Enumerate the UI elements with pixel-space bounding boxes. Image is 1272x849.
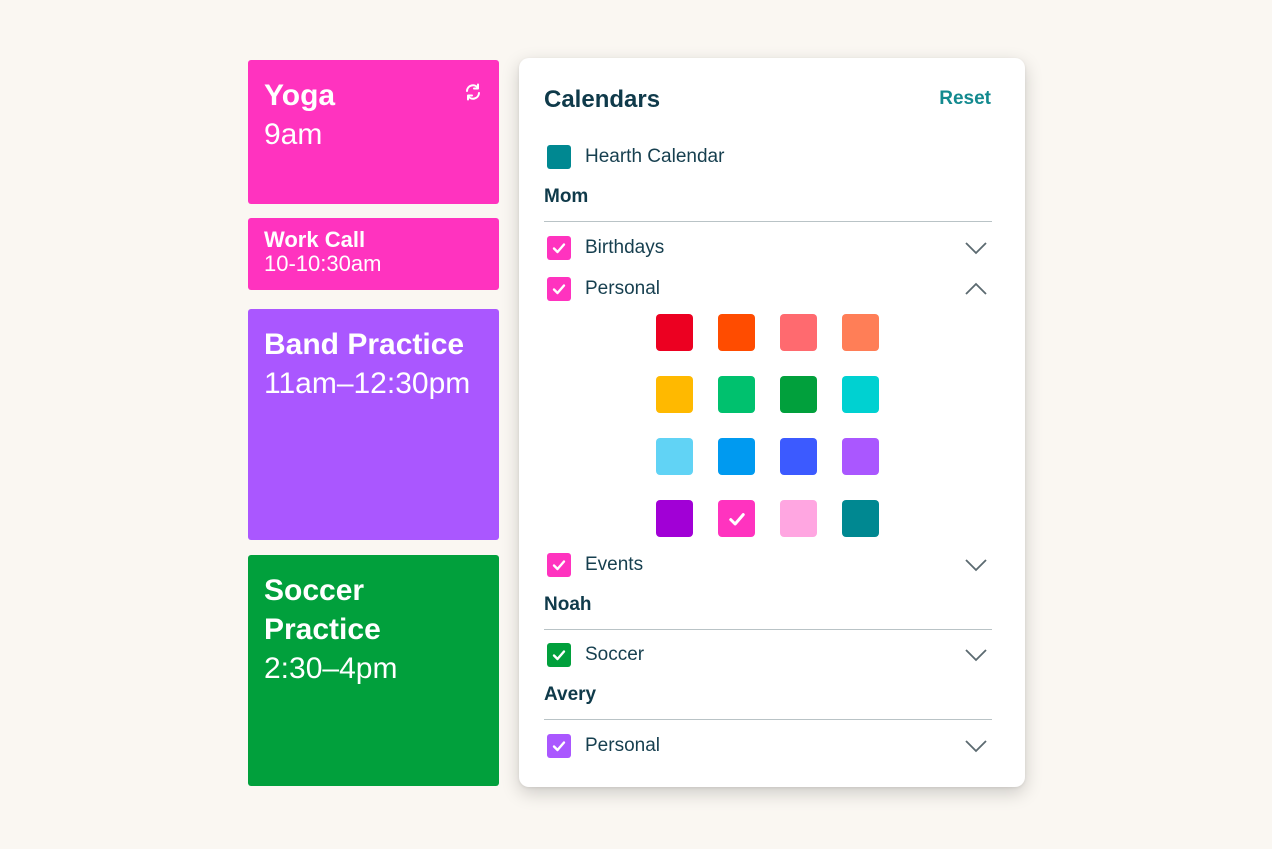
event-title: Yoga [264,79,336,112]
color-option[interactable] [842,376,879,413]
chevron-down-icon[interactable] [964,241,988,255]
divider [544,629,992,630]
color-option[interactable] [656,500,693,537]
divider [544,221,992,222]
color-option[interactable] [656,376,693,413]
event-title: Band Practice [264,328,465,361]
hearth-calendar-row[interactable]: Hearth Calendar [547,144,992,170]
check-icon [552,650,566,661]
check-icon [552,243,566,254]
event-band-practice[interactable]: Band Practice 11am–12:30pm [248,309,499,540]
color-option[interactable] [718,376,755,413]
check-icon [728,512,745,525]
calendar-row-soccer[interactable]: Soccer [547,642,992,668]
color-option[interactable] [718,438,755,475]
check-icon [552,560,566,571]
row-label: Personal [585,278,660,299]
chevron-up-icon[interactable] [964,282,988,296]
calendar-row-personal[interactable]: Personal [547,276,992,302]
color-option[interactable] [718,500,755,537]
checkbox[interactable] [547,277,571,301]
row-label: Events [585,554,644,575]
checkbox[interactable] [547,236,571,260]
reset-button[interactable]: Reset [939,88,991,110]
color-option[interactable] [656,314,693,351]
event-title: Soccer Practice [264,574,381,646]
panel-title: Calendars [544,86,661,113]
checkbox[interactable] [547,734,571,758]
event-yoga[interactable]: Yoga 9am [248,60,499,204]
check-icon [552,284,566,295]
event-time: 10-10:30am [264,251,382,276]
calendars-panel: Calendars Reset Hearth Calendar Mom Birt… [519,58,1025,787]
color-option[interactable] [842,438,879,475]
hearth-color-swatch [547,145,571,169]
color-option[interactable] [656,438,693,475]
color-option[interactable] [780,376,817,413]
color-option[interactable] [780,438,817,475]
sync-icon [466,83,480,101]
row-label: Hearth Calendar [585,146,725,167]
color-option[interactable] [718,314,755,351]
check-icon [552,741,566,752]
color-option[interactable] [842,500,879,537]
group-avery: Avery [544,684,597,705]
event-soccer-practice[interactable]: Soccer Practice 2:30–4pm [248,555,499,786]
event-time: 9am [264,118,323,151]
row-label: Birthdays [585,237,665,258]
divider [544,719,992,720]
color-option[interactable] [842,314,879,351]
event-time: 11am–12:30pm [264,367,471,400]
event-work-call[interactable]: Work Call 10-10:30am [248,218,499,290]
chevron-down-icon[interactable] [964,648,988,662]
group-mom: Mom [544,186,589,207]
color-palette [656,314,879,537]
row-label: Personal [585,735,660,756]
event-time: 2:30–4pm [264,652,398,685]
color-option[interactable] [780,314,817,351]
calendar-row-events[interactable]: Events [547,552,992,578]
checkbox[interactable] [547,553,571,577]
event-title: Work Call [264,227,366,252]
chevron-down-icon[interactable] [964,739,988,753]
group-noah: Noah [544,594,592,615]
calendar-row-birthdays[interactable]: Birthdays [547,235,992,261]
color-option[interactable] [780,500,817,537]
checkbox[interactable] [547,643,571,667]
row-label: Soccer [585,644,645,665]
calendar-row-avery-personal[interactable]: Personal [547,733,992,759]
chevron-down-icon[interactable] [964,558,988,572]
